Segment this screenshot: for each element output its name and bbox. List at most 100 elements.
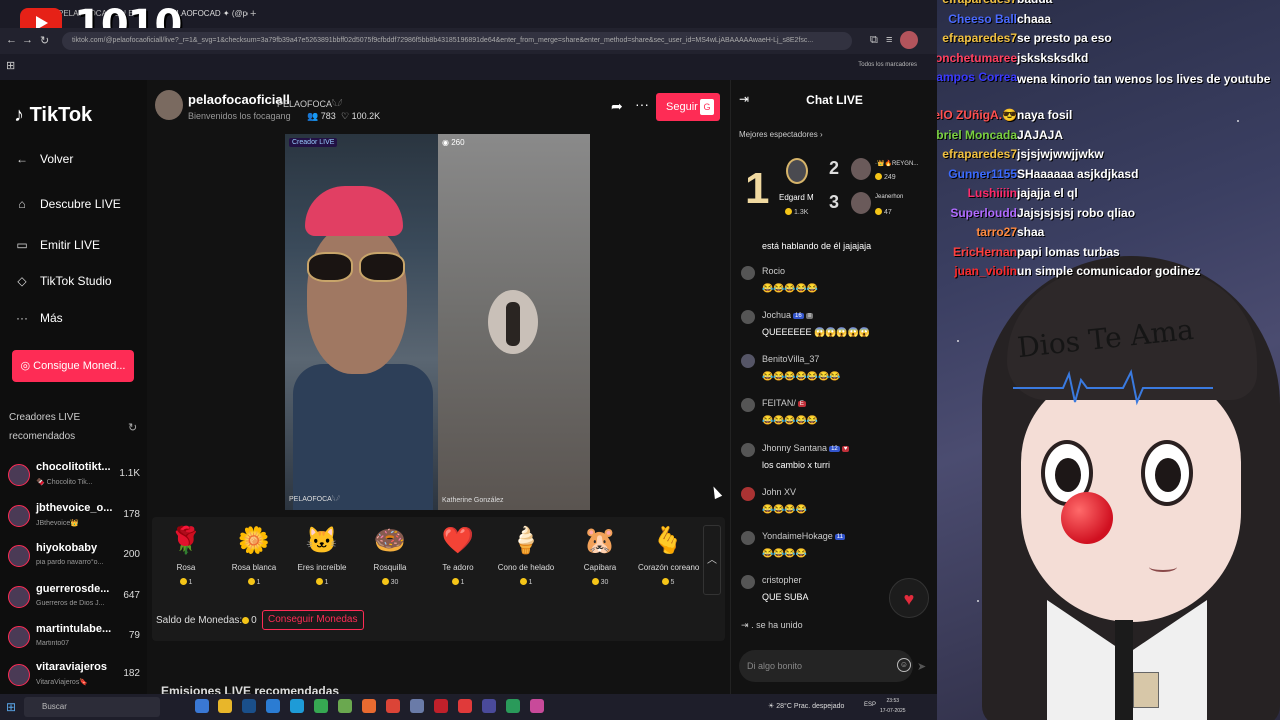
host-avatar[interactable]	[155, 90, 183, 120]
avatar[interactable]	[741, 310, 755, 324]
overlay-chat-line: nikonchetumareejsksksksdkd	[937, 51, 1280, 70]
gift-item[interactable]: 🌼 Rosa blanca 1	[224, 523, 284, 586]
gift-item[interactable]: 🐱 Eres increíble 1	[292, 523, 352, 586]
taskbar-app-icon[interactable]	[242, 699, 256, 713]
join-notice: ⇥ . se ha unido	[741, 620, 803, 631]
like-heart-button[interactable]: ♥	[889, 578, 929, 618]
chat-user[interactable]: Jochua 16 ≡	[762, 310, 814, 320]
avatar[interactable]	[741, 575, 755, 589]
avatar[interactable]	[786, 158, 808, 184]
gift-item[interactable]: 🍩 Rosquilla 30	[360, 523, 420, 586]
gift-item[interactable]: 🫰 Corazón coreano 5	[638, 523, 699, 586]
browser-profile-avatar[interactable]	[900, 31, 918, 49]
capybara-icon: 🐹	[583, 525, 617, 555]
coin-icon	[247, 578, 255, 585]
taskbar-app-icon[interactable]	[410, 699, 424, 713]
overlay-chat-line: Tripulacion Campos Correawena kinorio ta…	[937, 70, 1280, 89]
nav-go-live[interactable]: ▭ Emitir LIVE	[14, 238, 100, 252]
taskbar-app-icon[interactable]	[458, 699, 472, 713]
creator-item[interactable]: vitaraviajeros VitaraViajeros🔖 182	[8, 661, 140, 695]
creator-item[interactable]: martintulabe... Martinto07 79	[8, 623, 140, 657]
extensions-icon[interactable]: ⧉	[870, 34, 878, 47]
chrome-icon[interactable]	[386, 699, 400, 713]
top-viewers-title[interactable]: Mejores espectadores ›	[739, 130, 823, 139]
all-bookmarks-link[interactable]: Todos los marcadores	[858, 62, 917, 68]
gift-expand-button[interactable]: ︿	[703, 525, 721, 595]
avatar[interactable]	[741, 398, 755, 412]
language-indicator[interactable]: ESP	[864, 702, 876, 708]
weather-widget[interactable]: ☀ 28°C Prac. despejado	[768, 702, 844, 710]
nav-more[interactable]: ··· Más	[14, 311, 63, 325]
chat-user[interactable]: BenitoVilla_37	[762, 354, 819, 364]
sidebar-icon[interactable]: ≡	[886, 34, 892, 46]
obs-icon[interactable]	[434, 699, 448, 713]
people-icon: 👥	[307, 111, 319, 121]
forward-icon[interactable]: →	[22, 34, 33, 46]
chat-user[interactable]: Jhonny Santana 12 ♥	[762, 443, 850, 453]
apps-grid-icon[interactable]: ⊞	[6, 59, 15, 72]
creator-item[interactable]: guerrerosde... Guerreros de Dios J... 647	[8, 583, 140, 617]
chat-user[interactable]: John XV	[762, 487, 796, 497]
gift-price-value: 1	[256, 579, 261, 586]
taskbar-app-icon[interactable]	[314, 699, 328, 713]
gift-price-value: 1	[528, 579, 533, 586]
firefox-icon[interactable]	[362, 699, 376, 713]
chat-input[interactable]: Di algo bonito ☺	[739, 650, 913, 682]
new-tab-button[interactable]: +	[250, 4, 264, 24]
overlay-chat-text: chaaa	[1017, 11, 1052, 26]
gift-price: 30	[360, 578, 420, 586]
taskbar-app-icon[interactable]	[506, 699, 520, 713]
taskbar-clock[interactable]: 23:53 17-07-2025	[880, 696, 906, 716]
creator-item[interactable]: hiyokobaby pia pardo navarro°o... 200	[8, 542, 140, 576]
nav-back[interactable]: ← Volver	[14, 152, 73, 166]
chat-user[interactable]: Rocio	[762, 266, 785, 276]
get-coins-link[interactable]: Conseguir Monedas	[262, 610, 364, 630]
taskbar-app-icon[interactable]	[482, 699, 496, 713]
avatar[interactable]	[741, 443, 755, 457]
avatar[interactable]	[741, 266, 755, 280]
creator-item[interactable]: jbthevoice_o... JBthevoice👑 178	[8, 502, 140, 536]
back-icon[interactable]: ←	[6, 34, 17, 46]
url-field[interactable]: tiktok.com/@pelaofocaoficiall/live?_r=1&…	[62, 32, 852, 50]
nav-tiktok-studio[interactable]: ◇ TikTok Studio	[14, 274, 111, 288]
emoji-icon[interactable]: ☺	[897, 658, 911, 672]
avatar[interactable]	[741, 487, 755, 501]
chat-input-placeholder: Di algo bonito	[747, 661, 803, 671]
chat-text: 😂😂😂😂😂	[762, 283, 819, 293]
taskbar-search[interactable]: Buscar	[24, 697, 160, 717]
chat-user[interactable]: FEITAN/E	[762, 398, 806, 408]
get-coins-button[interactable]: ◎ Consigue Moned...	[12, 350, 134, 382]
overlay-chat-text: SHaaaaaa asjkdjkasd	[1017, 166, 1139, 181]
windows-start-icon[interactable]: ⊞	[6, 700, 16, 714]
avatar[interactable]	[741, 531, 755, 545]
gift-item[interactable]: ❤️ Te adoro 1	[428, 523, 488, 586]
taskbar-app-icon[interactable]	[195, 699, 209, 713]
avatar[interactable]	[851, 158, 871, 180]
edge-icon[interactable]	[290, 699, 304, 713]
tiktok-logo[interactable]: ♪ TikTok	[14, 104, 92, 127]
file-explorer-icon[interactable]	[218, 699, 232, 713]
taskbar-app-icon[interactable]	[338, 699, 352, 713]
host-name[interactable]: pelaofocaoficiall	[188, 92, 290, 107]
avatar[interactable]	[851, 192, 871, 214]
refresh-icon[interactable]: ↻	[128, 421, 137, 434]
chat-user[interactable]: cristopher	[762, 575, 802, 585]
gift-name: Rosa	[176, 563, 196, 572]
gift-item[interactable]: 🐹 Capibara 30	[570, 523, 630, 586]
gift-item[interactable]: 🌹 Rosa 1	[156, 523, 216, 586]
live-video[interactable]: Creador LIVE ◉ 260 PELAOFOCA𓆩𓆪 Katherine…	[285, 134, 590, 510]
nav-discover-live[interactable]: ⌂ Descubre LIVE	[14, 197, 120, 211]
creator-name: chocolitotikt...	[36, 461, 111, 473]
gift-name: Cono de helado	[497, 563, 555, 572]
more-options-icon[interactable]: ···	[635, 96, 649, 112]
chat-user[interactable]: YondaimeHokage 11	[762, 531, 845, 541]
gift-item[interactable]: 🍦 Cono de helado 1	[496, 523, 556, 586]
send-icon[interactable]: ➤	[917, 660, 926, 673]
share-icon[interactable]: ➦	[611, 98, 623, 115]
taskbar-app-icon[interactable]	[530, 699, 544, 713]
follow-button[interactable]: Seguir G	[656, 93, 720, 121]
avatar[interactable]	[741, 354, 755, 368]
reload-icon[interactable]: ↻	[40, 34, 49, 47]
creator-item[interactable]: chocolitotikt... 🍫 Chocolito Tik... 1.1K	[8, 461, 140, 495]
word-icon[interactable]	[266, 699, 280, 713]
